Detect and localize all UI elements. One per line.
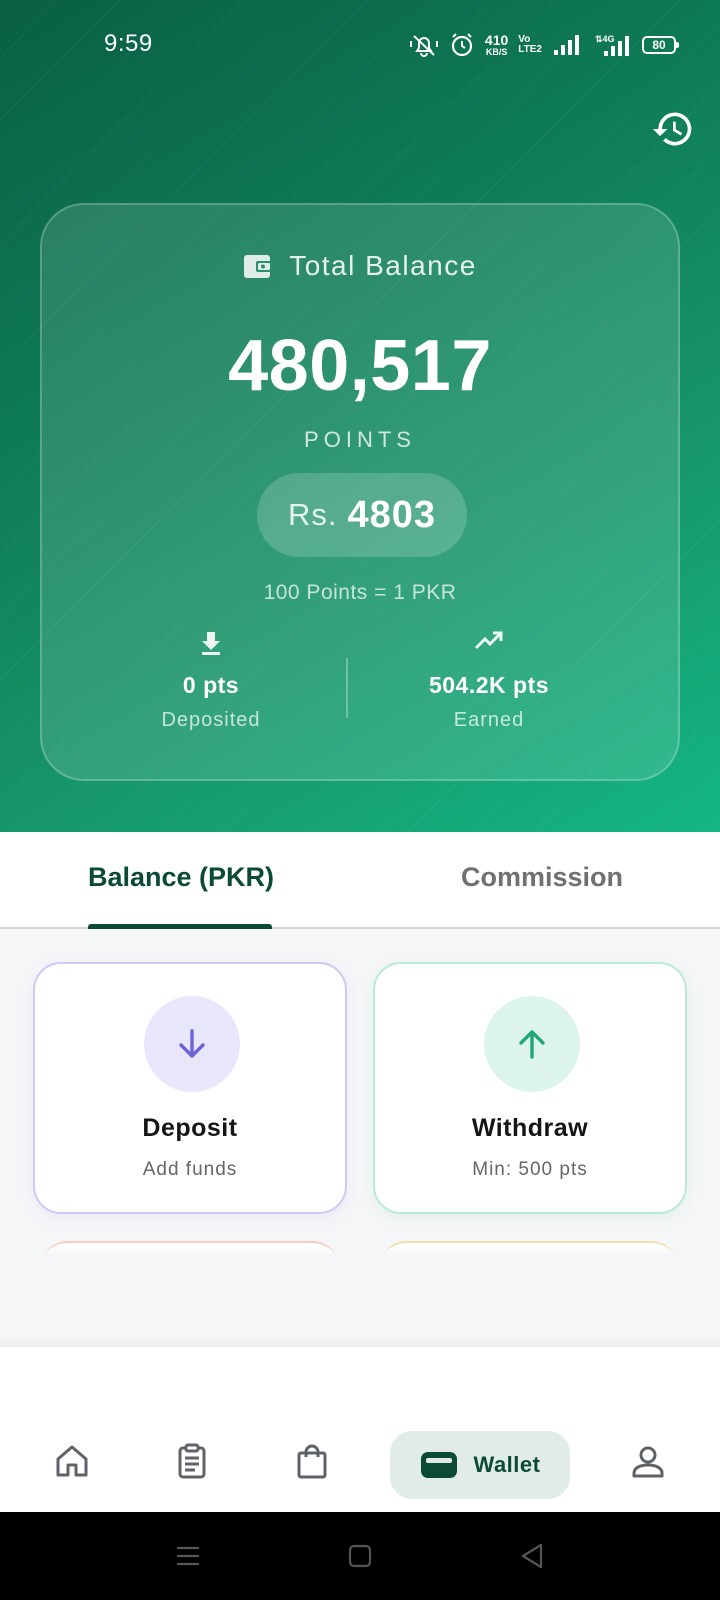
earned-label: Earned (453, 709, 525, 731)
deposit-title: Deposit (142, 1114, 238, 1142)
nav-wallet[interactable]: Wallet (390, 1431, 570, 1499)
history-icon (652, 112, 692, 146)
deposit-icon-circle (144, 996, 240, 1092)
bottom-navigation: Wallet (0, 1347, 720, 1512)
network-type-text: ⇅4G (595, 34, 615, 44)
withdraw-subtitle: Min: 500 pts (472, 1159, 588, 1180)
nav-orders[interactable] (162, 1431, 222, 1491)
deposit-button[interactable]: Deposit Add funds (33, 962, 347, 1214)
system-navigation-bar (0, 1512, 720, 1600)
card-title-row: Total Balance (42, 250, 678, 282)
nav-shop[interactable] (282, 1431, 342, 1491)
mute-icon (409, 35, 438, 57)
nav-wallet-label: Wallet (473, 1452, 541, 1477)
content-shadow (0, 1337, 720, 1347)
system-home-button[interactable] (344, 1540, 376, 1572)
withdraw-button[interactable]: Withdraw Min: 500 pts (373, 962, 687, 1214)
withdraw-title: Withdraw (471, 1114, 589, 1142)
pkr-balance-pill: Rs. 4803 (257, 473, 467, 557)
signal-4g-icon: ⇅4G (595, 34, 629, 56)
alarm-icon (451, 33, 473, 57)
stats-divider (346, 658, 348, 718)
deposited-label: Deposited (161, 709, 261, 731)
profile-icon (632, 1446, 664, 1478)
home-icon (56, 1445, 88, 1477)
deposited-value: 0 pts (182, 672, 240, 698)
recent-apps-button[interactable] (172, 1540, 204, 1572)
trending-up-icon (474, 631, 503, 650)
balance-stats: 0 pts Deposited 504.2K pts Earned (42, 630, 678, 740)
wallet-actions: Deposit Add funds Withdraw Min: 500 pts (0, 929, 720, 1347)
total-balance-card: Total Balance 480,517 POINTS Rs. 4803 10… (40, 203, 680, 781)
wallet-icon (244, 255, 273, 278)
withdraw-icon-circle (484, 996, 580, 1092)
wallet-tabs: Balance (PKR) Commission (0, 832, 720, 930)
pkr-prefix: Rs. (287, 497, 338, 532)
history-button[interactable] (649, 105, 697, 153)
back-triangle-icon (521, 1543, 543, 1569)
status-icons: 410 KB/S Vo LTE2 ⇅4G 80 (409, 28, 679, 62)
net-speed-unit: KB/S (485, 47, 508, 57)
nav-profile[interactable] (618, 1431, 678, 1491)
nav-home[interactable] (42, 1431, 102, 1491)
signal-icon (554, 35, 579, 55)
status-bar: 9:59 410 KB/S Vo LTE2 ⇅4G 80 (0, 0, 720, 90)
arrow-up-icon (519, 1030, 545, 1059)
volte-indicator: Vo LTE2 (518, 35, 542, 55)
system-back-button[interactable] (516, 1540, 548, 1572)
tab-balance-pkr[interactable]: Balance (PKR) (88, 862, 274, 893)
arrow-down-icon (179, 1029, 205, 1058)
net-speed: 410 KB/S (485, 33, 508, 57)
points-label: POINTS (304, 427, 416, 452)
deposit-subtitle: Add funds (142, 1159, 238, 1180)
earned-value: 504.2K pts (428, 672, 550, 698)
status-time: 9:59 (104, 30, 153, 57)
pkr-amount: 4803 (347, 493, 437, 536)
deposited-stat: 0 pts Deposited (86, 630, 336, 732)
wallet-icon (420, 1452, 457, 1478)
earned-stat: 504.2K pts Earned (364, 630, 614, 732)
download-icon (202, 632, 220, 655)
card-title: Total Balance (289, 250, 477, 281)
square-icon (348, 1544, 372, 1568)
tab-commission[interactable]: Commission (461, 862, 623, 893)
net-speed-value: 410 (484, 32, 509, 48)
orders-icon (178, 1443, 206, 1479)
conversion-rate: 100 Points = 1 PKR (263, 581, 457, 604)
shopping-bag-icon (297, 1444, 327, 1479)
battery-icon: 80 (642, 36, 679, 54)
menu-icon (177, 1546, 199, 1566)
volte-bottom: LTE2 (518, 44, 542, 55)
wallet-header: 9:59 410 KB/S Vo LTE2 ⇅4G 80 Total Balan… (0, 0, 720, 832)
points-balance: 480,517 (228, 326, 492, 406)
scroll-fade (0, 1246, 720, 1347)
